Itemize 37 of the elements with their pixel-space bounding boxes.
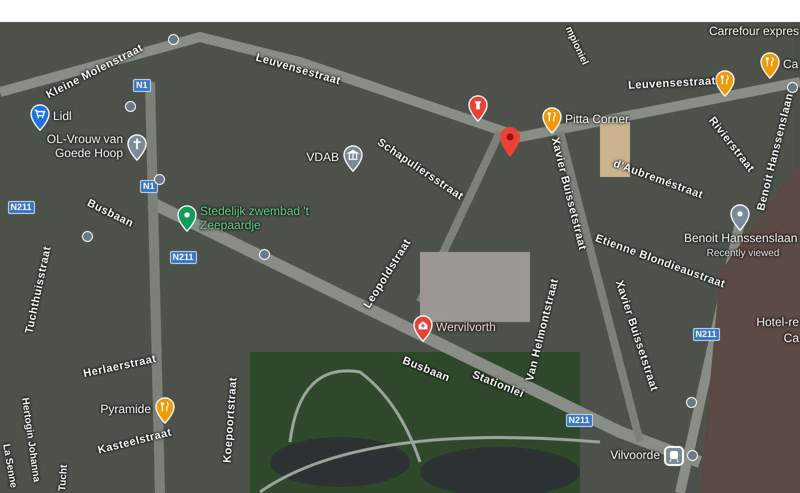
street-label: La Senne: [0, 443, 19, 489]
road-shield: N211: [8, 201, 35, 214]
place-label[interactable]: Pitta Corner: [565, 112, 630, 126]
building-pin-icon[interactable]: [342, 145, 364, 172]
road-shield: N1: [133, 79, 151, 92]
place-label[interactable]: Lidl: [53, 109, 72, 123]
house-pin-icon[interactable]: [412, 315, 434, 342]
place-label[interactable]: VDAB: [306, 150, 339, 164]
fork-knife-pin-icon[interactable]: [714, 70, 736, 97]
road-shield: N211: [566, 414, 593, 427]
place-label[interactable]: OL-Vrouw van Goede Hoop: [23, 132, 123, 160]
road-shield: N1: [140, 180, 158, 193]
place-label[interactable]: Carrefour expres: [708, 24, 799, 38]
road-shield: N211: [692, 328, 720, 341]
fork-knife-pin-icon[interactable]: [154, 397, 176, 424]
cart-pin-icon[interactable]: [29, 104, 51, 131]
street-label: Hertogin Johanna: [18, 397, 42, 483]
place-label[interactable]: Benoit Hanssenslaan: [684, 231, 798, 245]
location-marker-icon[interactable]: [500, 127, 520, 157]
dot-pin-icon[interactable]: [176, 205, 198, 232]
cross-pin-icon[interactable]: [126, 134, 148, 161]
place-label[interactable]: Ca: [783, 57, 798, 71]
place-label[interactable]: Stedelijk zwembad 't Zeepaardje: [200, 204, 320, 232]
fork-knife-pin-icon[interactable]: [759, 52, 781, 79]
road-shield: N211: [170, 251, 197, 264]
place-label[interactable]: Vilvoorde: [610, 448, 660, 462]
street-label: Leuvensestraat: [628, 75, 716, 93]
dot-pin-icon[interactable]: [729, 204, 751, 231]
place-label[interactable]: Hotel-re: [756, 315, 799, 329]
place-label[interactable]: Pyramide: [100, 402, 151, 416]
street-label: Tucht: [57, 464, 71, 492]
place-label[interactable]: Ca: [784, 331, 799, 345]
train-station-icon[interactable]: [664, 446, 684, 466]
museum-pin-icon[interactable]: [467, 95, 489, 122]
place-label[interactable]: Wervilvorth: [436, 320, 496, 334]
street-label: Koepoortstraat: [222, 376, 240, 464]
fork-knife-pin-icon[interactable]: [541, 107, 563, 134]
